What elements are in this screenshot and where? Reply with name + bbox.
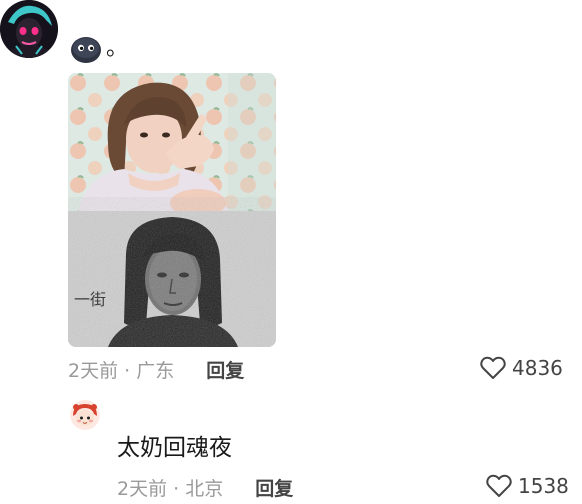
replier-avatar[interactable] bbox=[70, 400, 100, 430]
reply-like-count: 1538 bbox=[518, 474, 569, 498]
dark-blob-emoji-icon bbox=[70, 34, 102, 64]
reply-meta: 2天前 · 北京 回复 bbox=[117, 474, 293, 500]
comment-image[interactable]: 一街 bbox=[68, 73, 276, 347]
heart-icon bbox=[480, 356, 506, 379]
reply-to-reply-button[interactable]: 回复 bbox=[255, 474, 293, 501]
heart-icon bbox=[486, 474, 512, 497]
reply-button[interactable]: 回复 bbox=[206, 356, 244, 383]
top-photo bbox=[68, 73, 276, 217]
reply-like-button[interactable]: 1538 bbox=[486, 472, 569, 500]
comment-meta: 2天前 · 广东 回复 bbox=[68, 355, 244, 383]
comment-time-location: 2天前 · 广东 bbox=[68, 359, 175, 382]
reply-time-location: 2天前 · 北京 bbox=[117, 477, 224, 500]
bottom-photo: 一街 bbox=[68, 211, 276, 347]
commenter-avatar-art bbox=[0, 0, 58, 58]
comment-body: 。 bbox=[70, 34, 128, 64]
reply-text: 太奶回魂夜 bbox=[117, 435, 232, 461]
replier-avatar-art bbox=[70, 400, 100, 430]
like-count: 4836 bbox=[512, 356, 563, 380]
comment-photo-collage: 一街 bbox=[68, 73, 276, 347]
like-button[interactable]: 4836 bbox=[480, 354, 563, 382]
comment-text: 。 bbox=[106, 36, 129, 61]
commenter-avatar[interactable] bbox=[0, 0, 58, 58]
